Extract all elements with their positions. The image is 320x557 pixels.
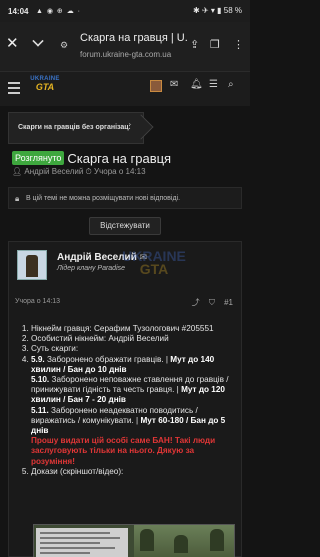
close-tab-icon[interactable]: ✕ (6, 34, 19, 52)
lock-icon: 🔒︎ (15, 194, 20, 203)
bell-icon[interactable]: 🔔︎ (190, 79, 203, 90)
chevron-down-icon[interactable] (32, 35, 44, 47)
thread-title: Розглянуто Скарга на гравця (12, 150, 171, 168)
watch-button[interactable]: Відстежувати (89, 217, 161, 235)
breadcrumb-arrow (128, 114, 154, 140)
browser-page-title[interactable]: Скарга на гравця | U... (80, 32, 188, 44)
thread-meta: 👤︎ Андрій Веселий ⏱ Учора о 14:13 (12, 167, 146, 177)
status-time: 14:04 (8, 7, 29, 16)
site-settings-icon[interactable]: ⚙ (60, 40, 68, 51)
status-badge: Розглянуто (12, 151, 65, 165)
list-item: Докази (скріншот/відео): (31, 467, 237, 477)
share-icon[interactable]: ⇪ (190, 38, 199, 51)
system-indicator-icons: ✱ ✈ ▾ ▮ (193, 6, 222, 15)
logo-text-bottom: GTA (35, 82, 55, 92)
ban-request: Прошу видати цій особі саме БАН! Такі лю… (31, 436, 216, 466)
locked-notice: 🔒︎ В цій темі не можна розміщувати нові … (8, 187, 242, 209)
post-body: Нікнейм гравця: Серафим Тузологович #205… (15, 324, 237, 477)
list-item: Суть скарги: (31, 344, 237, 354)
rule-number: 5.9. (31, 354, 45, 364)
breadcrumb-label[interactable]: Скарги на гравців без організації (18, 124, 133, 131)
post-number[interactable]: #1 (224, 298, 233, 307)
user-icon: 👤︎ (12, 167, 23, 176)
mail-icon[interactable]: ✉ (170, 79, 178, 90)
post-date[interactable]: Учора о 14:13 (15, 298, 60, 305)
menu-icon[interactable] (8, 82, 20, 97)
notification-icons: ▲ ◉ ⊕ ☁ · (36, 8, 82, 15)
evidence-screenshot[interactable] (33, 524, 235, 557)
browser-url[interactable]: forum.ukraine-gta.com.ua (80, 50, 188, 59)
rule-number: 5.10. (31, 375, 50, 385)
clock-icon: ⏱ (85, 167, 92, 176)
status-bar: 14:04 ▲ ◉ ⊕ ☁ · ✱ ✈ ▾ ▮ 58 % (0, 0, 250, 22)
post-actions: ⤴ ⛉ #1 (185, 297, 233, 308)
thread-date[interactable]: Учора о 14:13 (94, 167, 146, 176)
page-content: Скарги на гравців без організації Розгля… (0, 106, 250, 557)
avatar[interactable] (17, 250, 47, 280)
post: Андрій Веселий ✉ Лідер клану Paradise UK… (8, 241, 242, 557)
rule-text: Заборонено ображати гравців. | (44, 354, 171, 364)
list-item: 5.9. Заборонено ображати гравців. | Мут … (31, 355, 237, 467)
battery-level: 58 % (223, 6, 242, 15)
more-vert-icon[interactable]: ⋮ (233, 38, 244, 51)
site-logo[interactable]: UKRAINE GTA (30, 76, 60, 102)
search-icon[interactable]: ⌕ (228, 79, 234, 90)
share-icon[interactable]: ⤴ (192, 298, 200, 307)
system-icons: ✱ ✈ ▾ ▮ 58 % (193, 6, 242, 15)
browser-toolbar: ✕ ⚙ Скарга на гравця | U... forum.ukrain… (0, 22, 250, 72)
bookmark-list-icon[interactable]: ☰ (209, 79, 218, 90)
page-title: Скарга на гравця (67, 151, 172, 166)
forum-header: UKRAINE GTA ✉ 🔔︎ ☰ ⌕ (0, 72, 250, 106)
watermark-logo: UKRAINE GTA (119, 249, 189, 277)
notice-text: В цій темі не можна розміщувати нові від… (26, 195, 181, 202)
thread-author[interactable]: Андрій Веселий (24, 167, 83, 176)
list-item: Нікнейм гравця: Серафим Тузологович #205… (31, 324, 237, 334)
screenshot-game-scene (134, 525, 234, 557)
bookmark-icon[interactable]: ❐ (210, 38, 220, 51)
bookmark-icon[interactable]: ⛉ (209, 298, 215, 307)
post-header: Андрій Веселий ✉ Лідер клану Paradise UK… (9, 242, 241, 292)
user-avatar[interactable] (150, 80, 162, 92)
breadcrumb[interactable]: Скарги на гравців без організації (8, 112, 154, 144)
screenshot-chat-panel (36, 528, 128, 557)
user-title: Лідер клану Paradise (57, 265, 126, 272)
list-item: Особистий нікнейм: Андрій Веселий (31, 334, 237, 344)
rule-number: 5.11. (31, 405, 49, 415)
watermark-line2: GTA (139, 261, 169, 277)
